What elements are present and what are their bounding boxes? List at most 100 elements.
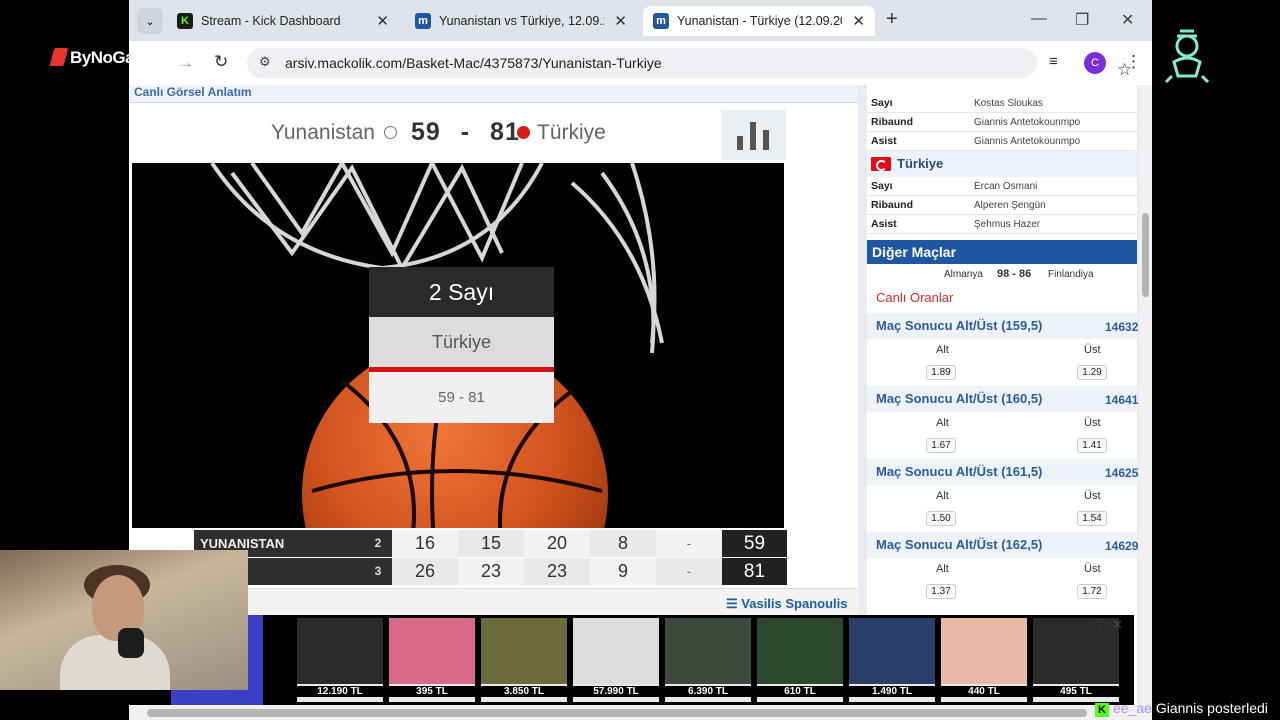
stat-row: Sayı Ercan Osmani <box>867 177 1137 196</box>
product-price[interactable]: 395 TL <box>389 686 475 697</box>
menu-icon[interactable]: ⋮ <box>1125 52 1142 72</box>
close-icon[interactable]: ✕ <box>376 12 389 30</box>
ust-label: Üst <box>1084 344 1101 356</box>
tab-kick-dashboard[interactable]: K Stream - Kick Dashboard ✕ <box>167 6 399 36</box>
product-image[interactable] <box>389 618 475 684</box>
event-team: Türkiye <box>369 317 554 369</box>
away-team-indicator <box>517 126 530 139</box>
address-bar[interactable]: ⚙ arsiv.mackolik.com/Basket-Mac/4375873/… <box>247 48 1132 79</box>
odds-ust-button[interactable]: 1.72 <box>1077 584 1107 599</box>
stat-player[interactable]: Alperen Şengün <box>974 200 1046 211</box>
stat-player[interactable]: Kostas Sloukas <box>974 98 1043 109</box>
chat-text: Giannis posterledi <box>1155 700 1268 716</box>
ad-product[interactable]: 6.390 TL <box>665 618 751 702</box>
ad-product[interactable]: 3.850 TL <box>481 618 567 702</box>
horizontal-scrollbar[interactable] <box>129 705 1152 720</box>
ad-product[interactable]: 495 TL <box>1033 618 1119 702</box>
odds-market-id: 14625 <box>1105 466 1139 480</box>
product-price[interactable]: 3.850 TL <box>481 686 567 697</box>
browser-window: ⌄ K Stream - Kick Dashboard ✕ m Yunanist… <box>129 0 1152 720</box>
away-score: 81 <box>490 118 520 146</box>
stat-player[interactable]: Ercan Osmani <box>974 181 1037 192</box>
other-matches-title: Diğer Maçlar <box>867 240 1137 264</box>
media-controls-icon[interactable]: ≡ <box>1049 53 1058 70</box>
tab-match-summary[interactable]: m Yunanistan vs Türkiye, 12.09.202 ✕ <box>405 6 637 36</box>
other-match-home[interactable]: Almanya <box>944 269 983 280</box>
odds-ust-button[interactable]: 1.29 <box>1077 365 1107 380</box>
odds-market-title[interactable]: Maç Sonucu Alt/Üst (161,5) <box>867 459 1137 485</box>
odds-ust-button[interactable]: 1.54 <box>1077 511 1107 526</box>
tab-search-button[interactable]: ⌄ <box>137 8 163 34</box>
stat-player[interactable]: Giannis Antetokounmpo <box>974 117 1080 128</box>
ad-product[interactable]: 57.990 TL <box>573 618 659 702</box>
stat-player[interactable]: Giannis Antetokounmpo <box>974 136 1080 147</box>
ad-product[interactable]: 1.490 TL <box>849 618 935 702</box>
other-match-away[interactable]: Finlandiya <box>1048 269 1094 280</box>
new-tab-button[interactable]: + <box>886 8 898 31</box>
player-link[interactable]: ☰ Vasilis Spanoulis <box>726 596 848 612</box>
odds-alt-button[interactable]: 1.67 <box>926 438 956 453</box>
product-image[interactable] <box>481 618 567 684</box>
ad-product[interactable]: 395 TL <box>389 618 475 702</box>
chat-message: Kee_ae Giannis posterledi <box>1095 700 1268 717</box>
window-close-icon[interactable]: ✕ <box>1121 10 1134 30</box>
product-price[interactable]: 495 TL <box>1033 686 1119 697</box>
product-price[interactable]: 610 TL <box>757 686 843 697</box>
restore-icon[interactable]: ❐ <box>1075 10 1089 30</box>
home-team-name: Yunanistan <box>271 121 375 144</box>
product-price[interactable]: 6.390 TL <box>665 686 751 697</box>
odds-market-title[interactable]: Maç Sonucu Alt/Üst (159,5) <box>867 313 1137 339</box>
ust-label: Üst <box>1084 490 1101 502</box>
product-price[interactable]: 12.190 TL <box>297 686 383 697</box>
match-score: 59 - 81 <box>411 118 520 147</box>
close-icon[interactable]: ✕ <box>614 12 627 30</box>
product-image[interactable] <box>665 618 751 684</box>
scoreboard: Yunanistan 59 - 81 Türkiye <box>129 105 858 161</box>
product-image[interactable] <box>297 618 383 684</box>
profile-avatar[interactable]: C <box>1084 52 1106 74</box>
other-match-row[interactable]: Almanya 98 - 86 Finlandiya <box>867 265 1137 285</box>
bar-chart-icon <box>737 122 769 150</box>
other-match-score[interactable]: 98 - 86 <box>997 268 1031 280</box>
odds-market-title[interactable]: Maç Sonucu Alt/Üst (160,5) <box>867 386 1137 412</box>
ad-product[interactable]: 12.190 TL <box>297 618 383 702</box>
forward-icon[interactable]: → <box>177 53 194 73</box>
product-image[interactable] <box>1033 618 1119 684</box>
score-separator: - <box>460 118 471 146</box>
player-name[interactable]: Vasilis Spanoulis <box>741 596 847 611</box>
odds-alt-button[interactable]: 1.50 <box>926 511 956 526</box>
site-settings-icon[interactable]: ⚙ <box>259 54 271 70</box>
ad-close-icon[interactable]: ✕ <box>1112 617 1123 633</box>
scrollbar-thumb[interactable] <box>147 709 1087 717</box>
stats-chart-button[interactable] <box>721 110 786 160</box>
product-image[interactable] <box>849 618 935 684</box>
product-price[interactable]: 440 TL <box>941 686 1027 697</box>
product-price[interactable]: 57.990 TL <box>573 686 659 697</box>
odds-market-title[interactable]: Maç Sonucu Alt/Üst (162,5) <box>867 532 1137 558</box>
odds-alt-button[interactable]: 1.37 <box>926 584 956 599</box>
odds-market-id: 14632 <box>1105 320 1139 334</box>
mascot-icon <box>1164 29 1210 84</box>
product-price[interactable]: 1.490 TL <box>849 686 935 697</box>
away-team-name: Türkiye <box>537 121 606 144</box>
reload-icon[interactable]: ↻ <box>214 52 228 72</box>
quarter-cell: 23 <box>524 558 590 585</box>
url-text[interactable]: arsiv.mackolik.com/Basket-Mac/4375873/Yu… <box>285 55 662 71</box>
close-icon[interactable]: ✕ <box>852 12 865 30</box>
odds-alt-button[interactable]: 1.89 <box>926 365 956 380</box>
ad-product[interactable]: 440 TL <box>941 618 1027 702</box>
ad-product[interactable]: 610 TL <box>757 618 843 702</box>
scrollbar-thumb[interactable] <box>1142 213 1149 297</box>
home-team-indicator <box>384 126 397 139</box>
product-image[interactable] <box>757 618 843 684</box>
fouls-cell: 3 <box>364 558 392 585</box>
stat-player[interactable]: Şehmus Hazer <box>974 219 1040 230</box>
product-image[interactable] <box>573 618 659 684</box>
minimize-icon[interactable]: — <box>1031 10 1047 28</box>
vertical-scrollbar[interactable] <box>1139 85 1152 705</box>
odds-ust-button[interactable]: 1.41 <box>1077 438 1107 453</box>
quarter-cell: 8 <box>590 530 656 557</box>
tab-match-live[interactable]: m Yunanistan - Türkiye (12.09.202 ✕ <box>643 6 875 36</box>
product-image[interactable] <box>941 618 1027 684</box>
ad-info-icon[interactable]: ⓘ <box>1095 617 1106 633</box>
